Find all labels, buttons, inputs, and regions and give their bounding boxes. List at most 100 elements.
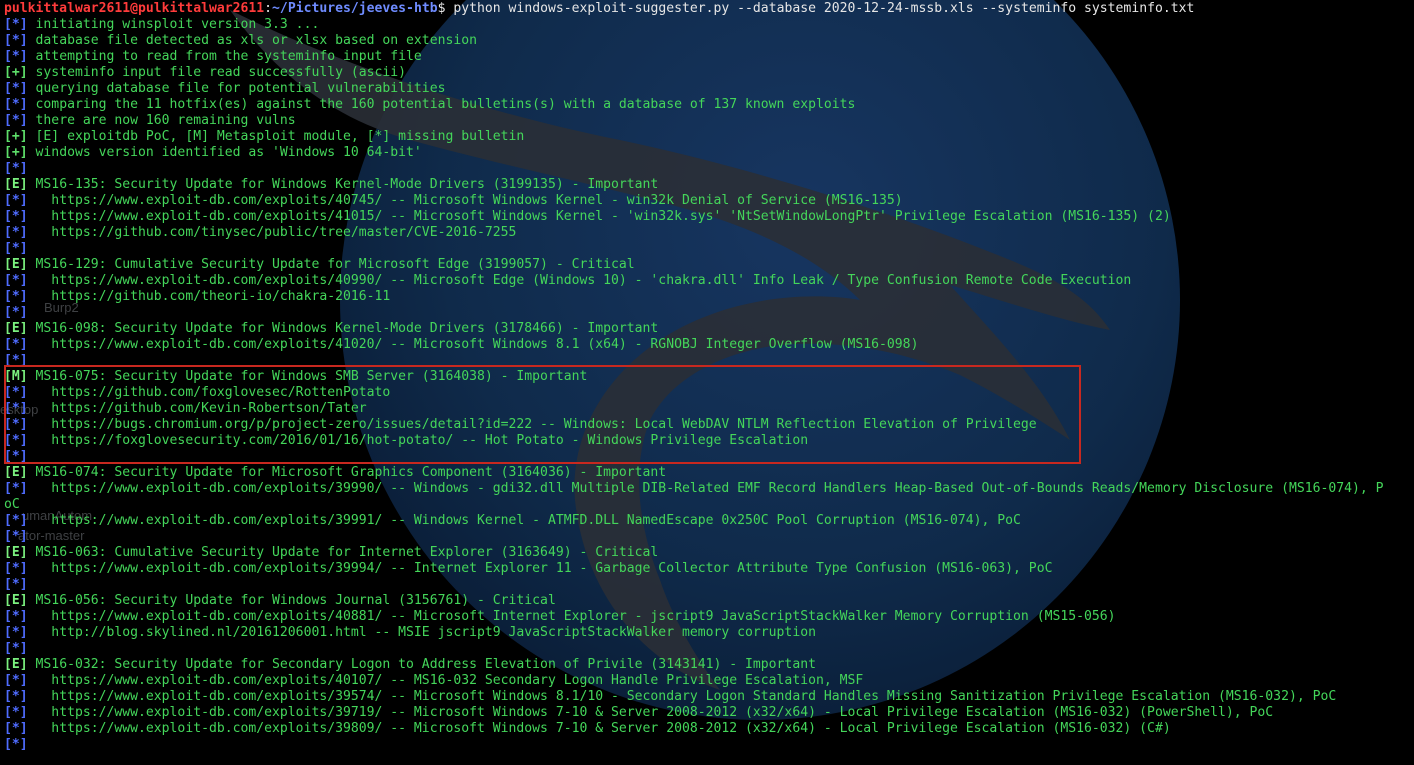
output-line-tag: [*] <box>4 577 28 592</box>
output-line-text: https://github.com/theori-io/chakra-2016… <box>27 289 391 304</box>
output-line: [*] https://foxglovesecurity.com/2016/01… <box>4 433 1410 449</box>
output-line: [*] https://www.exploit-db.com/exploits/… <box>4 673 1410 689</box>
output-line-text: querying database file for potential vul… <box>27 81 446 96</box>
output-line: [+] [E] exploitdb PoC, [M] Metasploit mo… <box>4 129 1410 145</box>
output-line-tag: [*] <box>4 385 28 400</box>
output-line: [*] https://www.exploit-db.com/exploits/… <box>4 561 1410 577</box>
output-line-text: systeminfo input file read successfully … <box>27 65 407 80</box>
output-line-tag: [+] <box>4 129 28 144</box>
output-line-text: oC <box>4 497 20 512</box>
output-line-text: https://www.exploit-db.com/exploits/4099… <box>27 273 1132 288</box>
output-line-text: attempting to read from the systeminfo i… <box>27 49 422 64</box>
prompt-path: ~/Pictures/jeeves-htb <box>272 1 438 16</box>
output-line-tag: [*] <box>4 721 28 736</box>
output-line-text: https://github.com/Kevin-Robertson/Tater <box>27 401 367 416</box>
output-line-text: https://www.exploit-db.com/exploits/3980… <box>27 721 1171 736</box>
output-line-tag: [*] <box>4 433 28 448</box>
prompt-user-host: pulkittalwar2611@pulkittalwar2611 <box>4 1 265 16</box>
output-line: [*] https://www.exploit-db.com/exploits/… <box>4 705 1410 721</box>
output-line-text: https://www.exploit-db.com/exploits/4102… <box>27 337 919 352</box>
output-line: [*] <box>4 577 1410 593</box>
output-line-text: https://www.exploit-db.com/exploits/4088… <box>27 609 1116 624</box>
output-line: [M] MS16-075: Security Update for Window… <box>4 369 1410 385</box>
output-line-text: https://bugs.chromium.org/p/project-zero… <box>27 417 1037 432</box>
output-line-text: https://www.exploit-db.com/exploits/3999… <box>27 481 1384 496</box>
output-line: [*] https://www.exploit-db.com/exploits/… <box>4 337 1410 353</box>
output-line: [*] https://github.com/foxglovesec/Rotte… <box>4 385 1410 401</box>
output-line: [E] MS16-074: Security Update for Micros… <box>4 465 1410 481</box>
output-line: [*] attempting to read from the systemin… <box>4 49 1410 65</box>
output-line: [E] MS16-135: Security Update for Window… <box>4 177 1410 193</box>
output-line: [*] https://github.com/tinysec/public/tr… <box>4 225 1410 241</box>
output-line-tag: [E] <box>4 321 28 336</box>
output-line-text: https://www.exploit-db.com/exploits/4010… <box>27 673 864 688</box>
output-line: [*] <box>4 353 1410 369</box>
output-line: [*] https://www.exploit-db.com/exploits/… <box>4 481 1410 497</box>
output-line: [*] <box>4 449 1410 465</box>
output-line: [*] querying database file for potential… <box>4 81 1410 97</box>
output-line-tag: [*] <box>4 689 28 704</box>
output-line-text: windows version identified as 'Windows 1… <box>27 145 422 160</box>
output-line-text: MS16-135: Security Update for Windows Ke… <box>27 177 659 192</box>
output-line-tag: [*] <box>4 353 28 368</box>
output-line-tag: [*] <box>4 209 28 224</box>
prompt-separator: : <box>264 1 273 16</box>
output-line-tag: [+] <box>4 65 28 80</box>
output-line-tag: [*] <box>4 401 28 416</box>
output-line: [E] MS16-098: Security Update for Window… <box>4 321 1410 337</box>
output-line-tag: [*] <box>4 113 28 128</box>
output-line-tag: [*] <box>4 737 28 752</box>
output-line-text: https://www.exploit-db.com/exploits/4074… <box>27 193 903 208</box>
output-line-tag: [*] <box>4 225 28 240</box>
output-line-tag: [E] <box>4 257 28 272</box>
output-line: [*] there are now 160 remaining vulns <box>4 113 1410 129</box>
output-line-tag: [*] <box>4 17 28 32</box>
output-line: [*] https://www.exploit-db.com/exploits/… <box>4 273 1410 289</box>
output-line: [*] https://www.exploit-db.com/exploits/… <box>4 689 1410 705</box>
output-line-tag: [E] <box>4 657 28 672</box>
output-line-tag: [*] <box>4 673 28 688</box>
output-line-tag: [*] <box>4 81 28 96</box>
output-line-tag: [*] <box>4 161 28 176</box>
output-line: [*] https://www.exploit-db.com/exploits/… <box>4 721 1410 737</box>
output-line: [+] windows version identified as 'Windo… <box>4 145 1410 161</box>
output-line-text: https://www.exploit-db.com/exploits/3971… <box>27 705 1274 720</box>
output-line: [E] MS16-063: Cumulative Security Update… <box>4 545 1410 561</box>
prompt-line: pulkittalwar2611@pulkittalwar2611:~/Pict… <box>4 1 1410 17</box>
prompt-command: python windows-exploit-suggester.py --da… <box>445 1 1195 16</box>
output-line: [*] initiating winsploit version 3.3 ... <box>4 17 1410 33</box>
output-line: [*] https://github.com/Kevin-Robertson/T… <box>4 401 1410 417</box>
output-line-tag: [*] <box>4 33 28 48</box>
output-line-tag: [*] <box>4 449 28 464</box>
output-line-text: MS16-129: Cumulative Security Update for… <box>27 257 635 272</box>
output-line: [*] https://www.exploit-db.com/exploits/… <box>4 609 1410 625</box>
output-line: [E] MS16-056: Security Update for Window… <box>4 593 1410 609</box>
output-line-tag: [+] <box>4 145 28 160</box>
output-line-text: MS16-063: Cumulative Security Update for… <box>27 545 659 560</box>
output-line-text: MS16-098: Security Update for Windows Ke… <box>27 321 659 336</box>
output-line: [*] https://bugs.chromium.org/p/project-… <box>4 417 1410 433</box>
output-line: [*] <box>4 305 1410 321</box>
output-line-tag: [E] <box>4 465 28 480</box>
output-line-tag: [*] <box>4 305 28 320</box>
output-line-text: initiating winsploit version 3.3 ... <box>27 17 320 32</box>
output-line-text: MS16-056: Security Update for Windows Jo… <box>27 593 556 608</box>
output-line-text: MS16-075: Security Update for Windows SM… <box>27 369 588 384</box>
output-line-text: database file detected as xls or xlsx ba… <box>27 33 477 48</box>
output-line-tag: [*] <box>4 289 28 304</box>
output-line-tag: [*] <box>4 337 28 352</box>
output-line-text: comparing the 11 hotfix(es) against the … <box>27 97 856 112</box>
output-line-tag: [*] <box>4 417 28 432</box>
output-line: [*] comparing the 11 hotfix(es) against … <box>4 97 1410 113</box>
output-line-tag: [E] <box>4 177 28 192</box>
output-line-text: https://www.exploit-db.com/exploits/3957… <box>27 689 1337 704</box>
output-line: [*] https://github.com/theori-io/chakra-… <box>4 289 1410 305</box>
output-line-text: https://www.exploit-db.com/exploits/3999… <box>27 513 1021 528</box>
terminal-window[interactable]: pulkittalwar2611@pulkittalwar2611:~/Pict… <box>4 1 1410 753</box>
output-line-tag: [*] <box>4 241 28 256</box>
output-line-text: MS16-032: Security Update for Secondary … <box>27 657 816 672</box>
output-line-tag: [*] <box>4 513 28 528</box>
output-line-text: https://github.com/foxglovesec/RottenPot… <box>27 385 391 400</box>
output-line-text: there are now 160 remaining vulns <box>27 113 296 128</box>
output-line-text: https://github.com/tinysec/public/tree/m… <box>27 225 517 240</box>
